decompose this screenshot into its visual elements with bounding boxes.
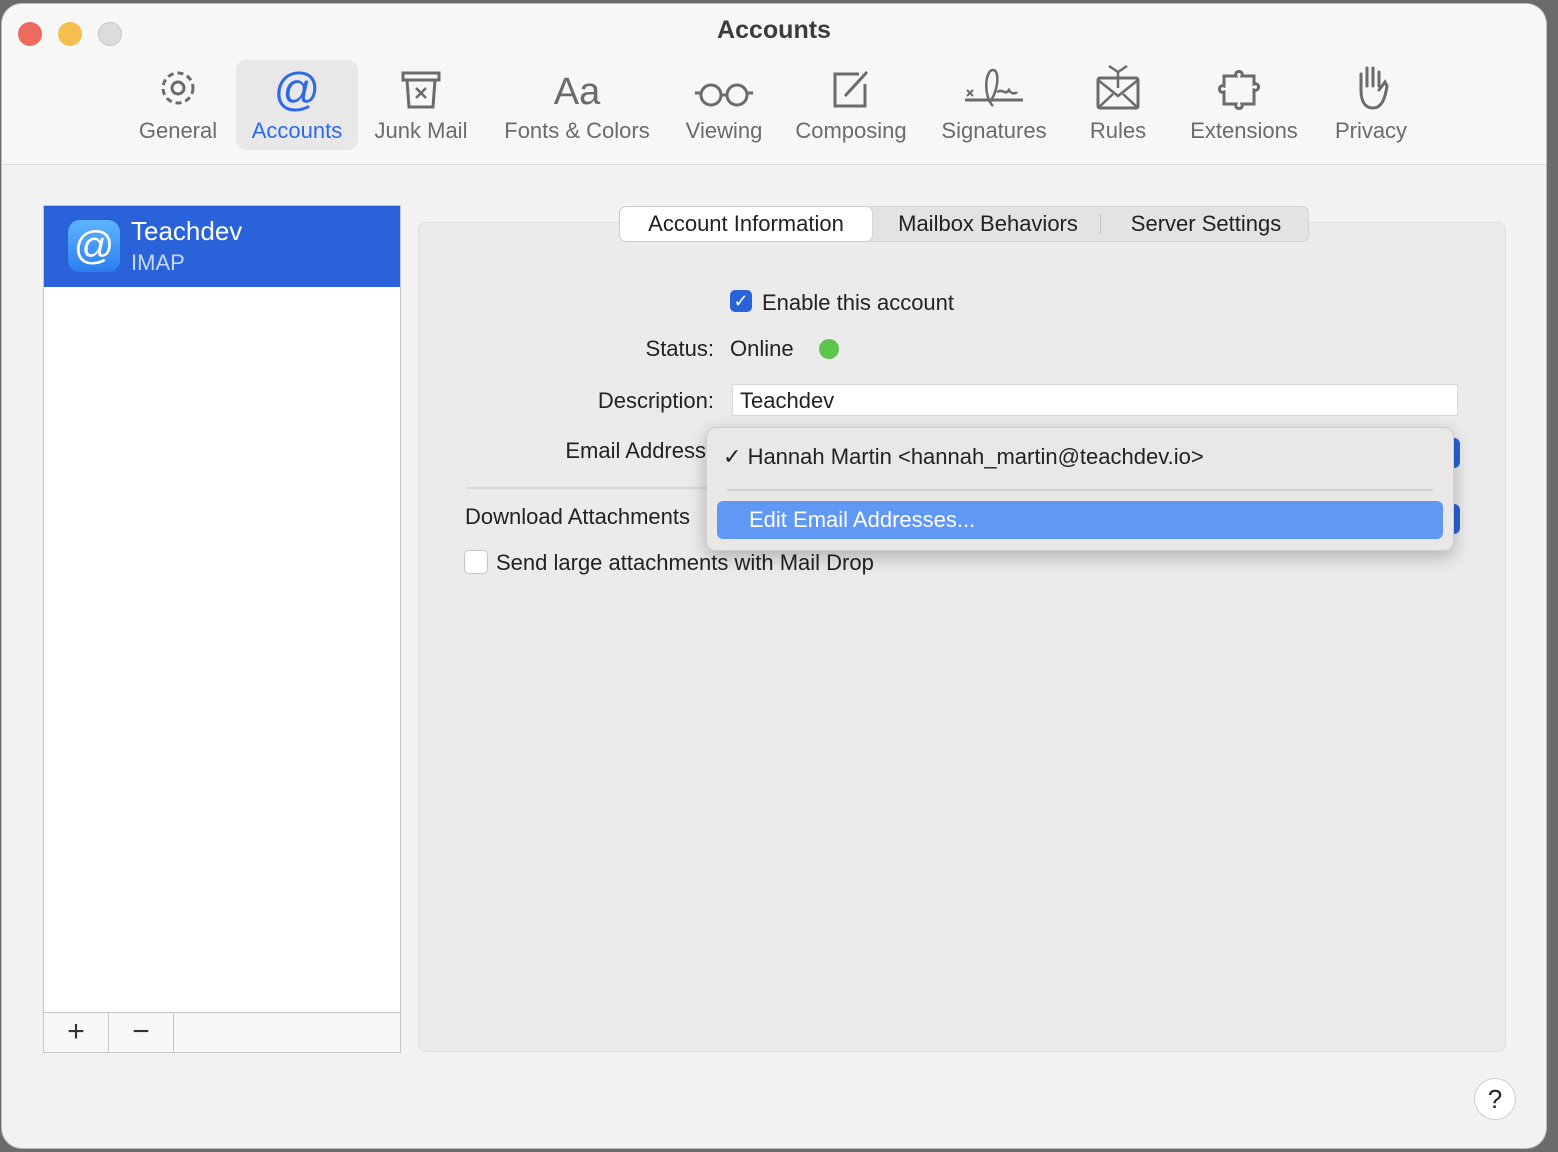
tab-extensions[interactable]: Extensions bbox=[1182, 60, 1306, 150]
divider bbox=[466, 487, 706, 489]
description-label: Description: bbox=[597, 388, 714, 413]
tab-signatures[interactable]: Signatures bbox=[932, 60, 1056, 150]
account-row-teachdev[interactable]: @ Teachdev IMAP bbox=[44, 206, 400, 287]
window-title: Accounts bbox=[717, 16, 831, 44]
email-address-label: Email Address bbox=[565, 438, 706, 463]
help-button[interactable]: ? bbox=[1474, 1078, 1516, 1120]
accounts-list: @ Teachdev IMAP + − bbox=[43, 205, 401, 1053]
junk-bin-icon bbox=[401, 71, 441, 109]
tab-label: Extensions bbox=[1190, 118, 1298, 143]
glasses-icon bbox=[695, 83, 753, 107]
enable-account-checkbox[interactable]: ✓ bbox=[730, 290, 752, 312]
status-value: Online bbox=[730, 336, 794, 361]
tab-label: Junk Mail bbox=[374, 118, 468, 143]
menu-item-hannah-martin[interactable]: ✓ Hannah Martin <hannah_martin@teachdev.… bbox=[723, 444, 1204, 470]
hand-icon bbox=[1359, 66, 1389, 110]
tab-label: General bbox=[138, 118, 218, 143]
mail-drop-checkbox[interactable] bbox=[464, 550, 488, 574]
tab-label: Privacy bbox=[1334, 118, 1408, 143]
enable-account-label: Enable this account bbox=[762, 290, 955, 315]
toolbar: Accounts General @ Accounts Junk Mail Aa… bbox=[2, 4, 1546, 165]
compose-icon bbox=[833, 70, 869, 108]
tab-general[interactable]: General bbox=[132, 60, 224, 150]
tab-accounts[interactable]: @ Accounts bbox=[236, 60, 358, 150]
account-at-icon: @ bbox=[68, 220, 120, 272]
tab-junk-mail[interactable]: Junk Mail bbox=[368, 60, 474, 150]
list-toolbar: + − bbox=[44, 1012, 400, 1052]
tab-privacy[interactable]: Privacy bbox=[1324, 60, 1418, 150]
at-icon: @ bbox=[273, 63, 321, 115]
tab-label: Signatures bbox=[941, 118, 1047, 143]
tab-viewing[interactable]: Viewing bbox=[678, 60, 770, 150]
tab-label: Fonts & Colors bbox=[504, 118, 650, 143]
tab-label: Viewing bbox=[685, 118, 763, 143]
tab-composing[interactable]: Composing bbox=[788, 60, 914, 150]
status-label: Status: bbox=[645, 336, 714, 361]
preferences-window: Accounts General @ Accounts Junk Mail Aa… bbox=[2, 4, 1546, 1148]
tab-label: Accounts bbox=[251, 118, 343, 143]
account-name: Teachdev bbox=[131, 216, 243, 246]
menu-item-edit-email-addresses[interactable]: Edit Email Addresses... bbox=[717, 501, 1443, 539]
signature-icon bbox=[965, 68, 1023, 107]
tab-mailbox-behaviors[interactable]: Mailbox Behaviors bbox=[876, 213, 1101, 235]
tab-rules[interactable]: Rules bbox=[1078, 60, 1158, 150]
email-address-menu: ✓ Hannah Martin <hannah_martin@teachdev.… bbox=[706, 427, 1454, 551]
tab-label: Rules bbox=[1089, 118, 1147, 143]
tab-label: Composing bbox=[795, 118, 907, 143]
tab-fonts-colors[interactable]: Aa Fonts & Colors bbox=[496, 60, 658, 150]
gear-icon bbox=[161, 71, 195, 105]
download-attachments-label: Download Attachments bbox=[465, 504, 691, 529]
account-type: IMAP bbox=[131, 250, 185, 275]
tab-account-information[interactable]: Account Information bbox=[620, 207, 872, 241]
fonts-icon: Aa bbox=[553, 71, 601, 113]
menu-separator bbox=[727, 489, 1433, 491]
description-input[interactable]: Teachdev bbox=[732, 384, 1458, 416]
checkmark-icon: ✓ bbox=[723, 444, 742, 469]
add-account-button[interactable]: + bbox=[44, 1013, 109, 1052]
menu-item-label: Hannah Martin <hannah_martin@teachdev.io… bbox=[747, 444, 1204, 469]
puzzle-icon bbox=[1218, 70, 1260, 110]
tab-server-settings[interactable]: Server Settings bbox=[1106, 207, 1306, 241]
remove-account-button[interactable]: − bbox=[109, 1013, 174, 1052]
rules-envelope-icon bbox=[1096, 64, 1140, 110]
account-tabs: Account Information Mailbox Behaviors Se… bbox=[619, 206, 1309, 242]
status-indicator bbox=[819, 339, 839, 359]
mail-drop-label: Send large attachments with Mail Drop bbox=[496, 550, 874, 575]
